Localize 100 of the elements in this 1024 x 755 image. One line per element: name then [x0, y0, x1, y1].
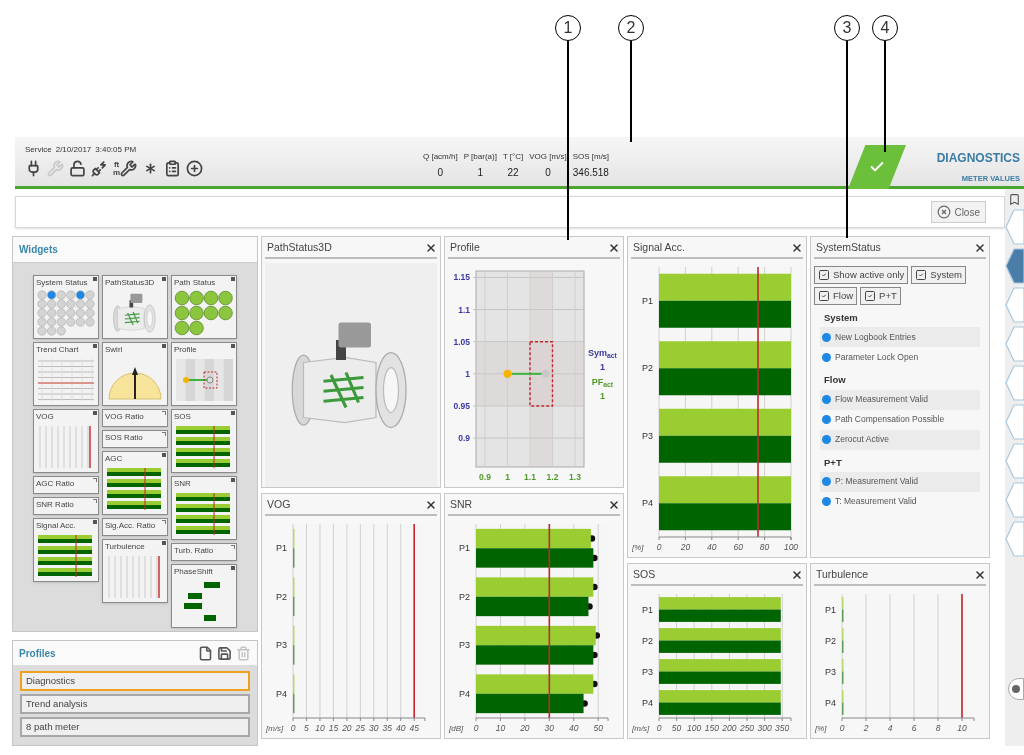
card-title: SNR	[449, 497, 473, 513]
profile-item[interactable]: Diagnostics	[20, 671, 250, 691]
unit-label: m	[113, 168, 121, 177]
close-button[interactable]	[791, 569, 803, 581]
widget-tile[interactable]: Sig.Acc. Ratio	[102, 518, 168, 536]
axis-title: [%]	[632, 543, 644, 552]
marker-dot	[503, 369, 512, 378]
filter-toggle[interactable]: P+T	[860, 287, 901, 305]
corner-mark-icon	[93, 344, 97, 348]
close-button[interactable]	[425, 242, 437, 254]
nav-hexagon[interactable]	[1005, 248, 1024, 284]
profile-item[interactable]: Trend analysis	[20, 694, 250, 714]
tick-label: 80	[759, 542, 770, 552]
widget-tile[interactable]: SOS Ratio	[102, 430, 168, 448]
time-label: 3:40:05 PM	[95, 144, 137, 156]
filter-toggle[interactable]: System	[911, 266, 966, 284]
widget-label: SOS	[173, 411, 191, 423]
status-label: New Logbook Entries	[835, 330, 916, 344]
axis-title: [dB]	[449, 724, 464, 733]
close-button[interactable]: Close	[931, 201, 986, 223]
close-button[interactable]	[791, 242, 803, 254]
axis-label: P1	[642, 295, 653, 306]
widget-label: VOG Ratio	[104, 411, 144, 423]
widget-tile[interactable]: AGC Ratio	[33, 476, 99, 494]
bookmark-icon[interactable]	[1008, 193, 1021, 206]
toolbar-button[interactable]	[25, 160, 42, 177]
reading-label: Q [acm/h]	[423, 151, 458, 163]
axis-label: P2	[642, 635, 653, 646]
profile-item[interactable]: 8 path meter	[20, 717, 250, 737]
close-button[interactable]	[974, 569, 986, 581]
toolbar-button[interactable]	[91, 160, 108, 177]
widget-tile[interactable]: Profile	[171, 342, 237, 406]
tick-label: 300	[757, 723, 772, 733]
profile-action-button[interactable]	[198, 645, 213, 661]
wrench-icon	[120, 160, 138, 177]
symmetry-value: 1	[599, 360, 605, 374]
tick-label: 0	[656, 542, 662, 552]
widget-tile[interactable]: Trend Chart	[33, 342, 99, 406]
axis-label: P2	[276, 591, 287, 602]
tick-label: 8	[935, 723, 941, 733]
widget-label: Signal Acc.	[35, 520, 76, 532]
close-button[interactable]	[608, 242, 620, 254]
widget-tile[interactable]: Path Status	[171, 275, 237, 339]
corner-mark-icon	[231, 277, 235, 281]
axis-label: P1	[642, 604, 653, 615]
reading-label: SOS [m/s]	[572, 151, 610, 163]
date-label: 2/10/2017	[55, 144, 92, 156]
profile-action-button[interactable]	[217, 645, 232, 661]
round-button[interactable]	[1008, 678, 1024, 700]
widget-tile[interactable]: AGC	[102, 451, 168, 515]
tick-label: 5	[304, 723, 309, 733]
filter-toggle[interactable]: Flow	[814, 287, 858, 305]
corner-mark-icon	[231, 411, 235, 415]
axis-label: P4	[459, 688, 470, 699]
widget-tile[interactable]: VOG Ratio	[102, 409, 168, 427]
callout-number: 4	[872, 15, 898, 41]
widget-tile[interactable]: SNR Ratio	[33, 497, 99, 515]
close-button[interactable]	[608, 499, 620, 511]
plus-circle-icon	[186, 160, 204, 177]
widget-tile[interactable]: SOS	[171, 409, 237, 473]
filter-toggle[interactable]: Show active only	[814, 266, 909, 284]
close-icon	[608, 499, 620, 511]
tick-label: 20	[520, 723, 530, 733]
tick-label: 0	[656, 723, 662, 733]
close-icon	[425, 242, 437, 254]
widget-tile[interactable]: Turbulence	[102, 539, 168, 603]
widget-tile[interactable]: VOG	[33, 409, 99, 473]
tick-label: 40	[569, 723, 579, 733]
widget-tile[interactable]: Swirl	[102, 342, 168, 406]
widget-tile[interactable]: Turb. Ratio	[171, 543, 237, 561]
axis-label: P4	[642, 498, 653, 509]
axis-label: P3	[642, 430, 653, 441]
toolbar-button[interactable]	[164, 160, 182, 177]
widget-tile[interactable]: Signal Acc.	[33, 518, 99, 582]
close-button[interactable]	[425, 499, 437, 511]
widget-tile[interactable]: PathStatus3D	[102, 275, 168, 339]
profile-factor-value: 1	[599, 389, 605, 403]
widget-label: AGC	[104, 453, 123, 465]
widget-tile[interactable]: SNR	[171, 476, 237, 540]
corner-mark-icon	[162, 453, 166, 457]
close-icon	[974, 569, 986, 581]
widget-label: SNR Ratio	[35, 499, 74, 511]
circle-grid-thumbnail	[174, 290, 234, 336]
tick-label: 40	[707, 542, 717, 552]
widget-tile[interactable]: PhaseShift	[171, 564, 237, 628]
tick-label: 0.9	[479, 472, 491, 482]
panel-title: Profiles	[19, 646, 56, 661]
reading-label: T [°C]	[502, 151, 524, 163]
corner-mark-icon	[162, 277, 166, 281]
tick-label: 1	[505, 472, 510, 482]
axis-label: P3	[642, 666, 653, 677]
widget-tile[interactable]: System Status	[33, 275, 99, 339]
toolbar-button[interactable]	[69, 160, 86, 177]
axis-label: P1	[825, 604, 836, 615]
close-icon	[937, 205, 952, 219]
tick-label: 1.15	[453, 272, 470, 283]
tick-label: 20	[342, 723, 352, 733]
toolbar-button[interactable]: ft m	[113, 160, 138, 177]
toolbar-button[interactable]	[186, 160, 204, 177]
close-button[interactable]	[974, 242, 986, 254]
